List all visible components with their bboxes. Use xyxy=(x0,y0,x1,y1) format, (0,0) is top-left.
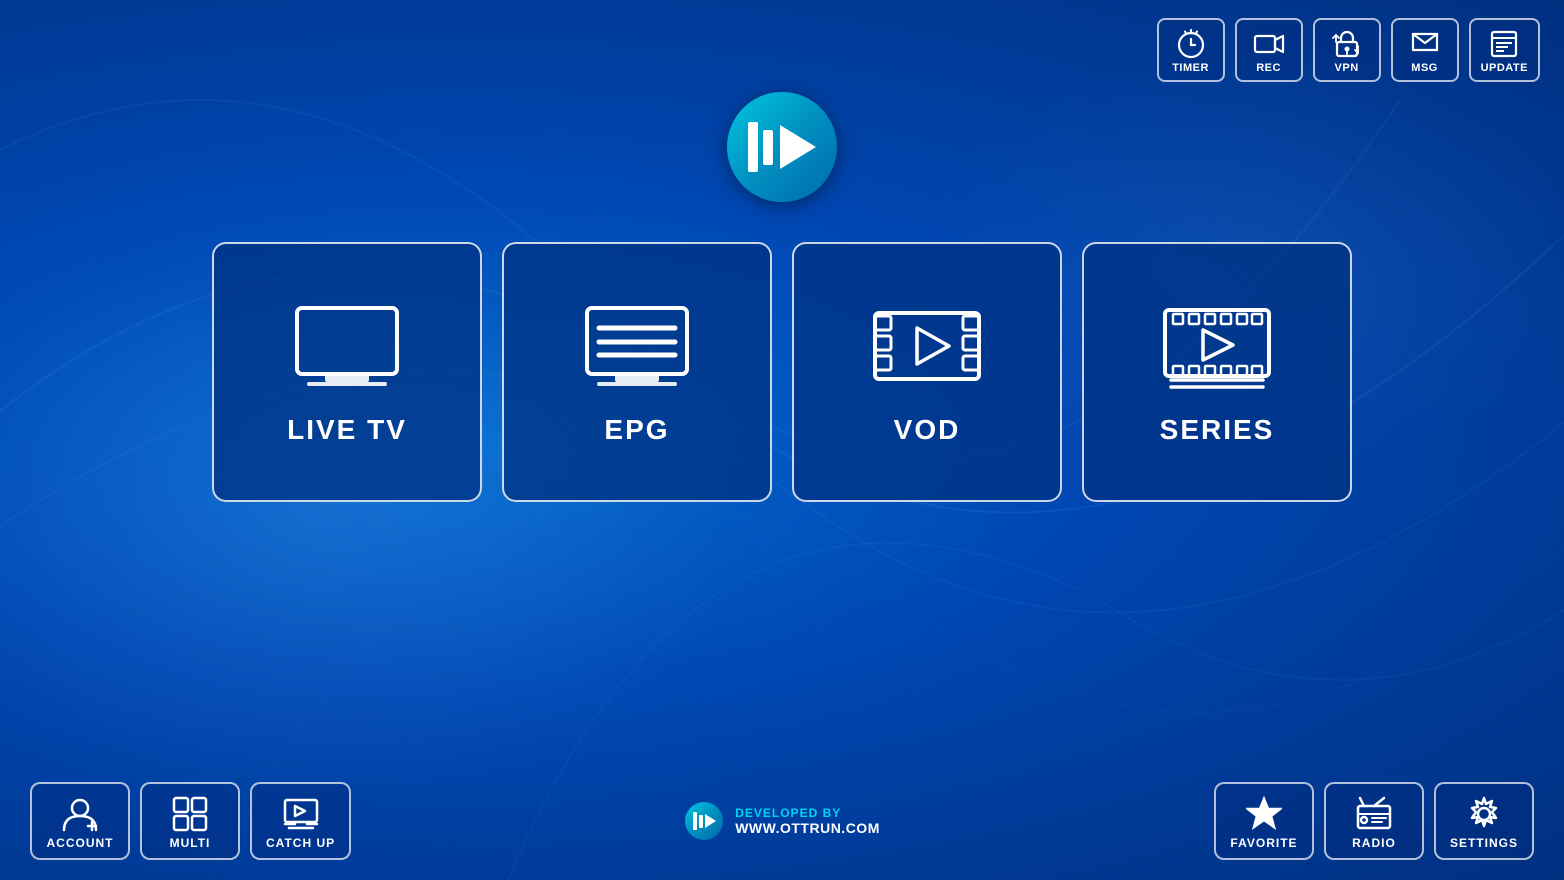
top-icon-group: TIMER REC xyxy=(1157,18,1540,82)
series-icon xyxy=(1157,298,1277,398)
rec-button[interactable]: REC xyxy=(1235,18,1303,82)
rec-label: REC xyxy=(1256,62,1281,74)
epg-label: EPG xyxy=(604,414,669,446)
live-tv-icon xyxy=(287,298,407,398)
series-label: SERIES xyxy=(1160,414,1275,446)
timer-label: TIMER xyxy=(1172,62,1209,74)
vpn-button[interactable]: VPN xyxy=(1313,18,1381,82)
vod-label: VOD xyxy=(894,414,961,446)
rec-icon xyxy=(1253,28,1285,60)
update-label: UPDATE xyxy=(1481,62,1528,74)
vod-button[interactable]: VOD xyxy=(792,242,1062,502)
series-button[interactable]: SERIES xyxy=(1082,242,1352,502)
live-tv-label: LIVE TV xyxy=(287,414,407,446)
epg-icon xyxy=(577,298,697,398)
timer-button[interactable]: TIMER xyxy=(1157,18,1225,82)
msg-icon xyxy=(1409,28,1441,60)
timer-icon xyxy=(1175,28,1207,60)
top-toolbar: TIMER REC xyxy=(0,0,1564,82)
vpn-icon xyxy=(1331,28,1363,60)
vpn-label: VPN xyxy=(1335,62,1359,74)
main-menu-grid: LIVE TV EPG xyxy=(212,242,1352,502)
msg-label: MSG xyxy=(1411,62,1438,74)
vod-icon xyxy=(867,298,987,398)
update-icon xyxy=(1488,28,1520,60)
epg-button[interactable]: EPG xyxy=(502,242,772,502)
live-tv-button[interactable]: LIVE TV xyxy=(212,242,482,502)
update-button[interactable]: UPDATE xyxy=(1469,18,1540,82)
msg-button[interactable]: MSG xyxy=(1391,18,1459,82)
app-logo xyxy=(727,92,837,202)
